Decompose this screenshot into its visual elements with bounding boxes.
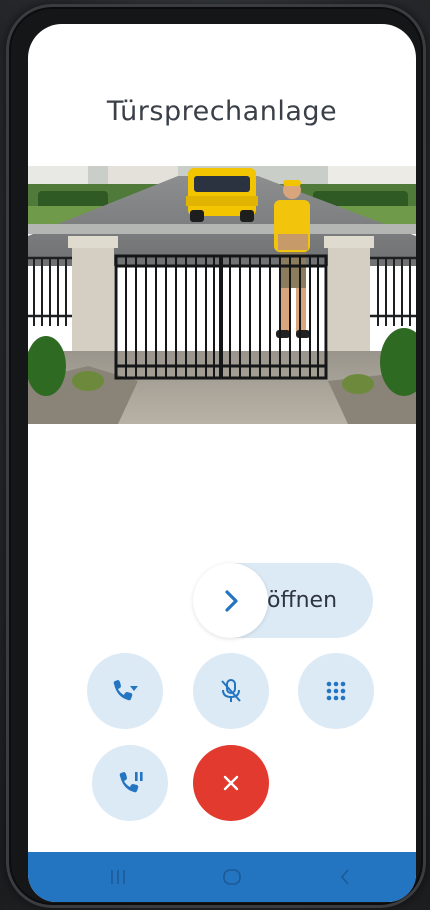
slider-label: öffnen — [267, 588, 338, 613]
dialpad-icon — [326, 681, 346, 701]
system-nav-bar — [28, 852, 416, 902]
page-title: Türsprechanlage — [106, 96, 338, 127]
mic-off-icon — [221, 679, 241, 702]
recents-button[interactable] — [98, 852, 138, 902]
mute-button[interactable] — [193, 653, 269, 729]
back-button[interactable] — [325, 852, 365, 902]
back-icon — [340, 869, 349, 885]
slider-knob[interactable] — [193, 563, 268, 638]
camera-feed — [28, 166, 416, 424]
door-open-slider[interactable]: öffnen — [193, 563, 373, 638]
call-transfer-button[interactable] — [87, 653, 163, 729]
keypad-button[interactable] — [298, 653, 374, 729]
phone-pause-icon — [119, 772, 143, 793]
home-icon — [223, 869, 241, 885]
app-screen: Türsprechanlage öffnen — [28, 24, 416, 902]
gate-camera-image — [28, 166, 416, 424]
hangup-button[interactable] — [193, 745, 269, 821]
phone-forward-icon — [113, 680, 138, 701]
home-button[interactable] — [212, 852, 252, 902]
recents-icon — [111, 870, 125, 884]
phone-frame: Türsprechanlage öffnen — [6, 4, 426, 908]
hold-button[interactable] — [92, 745, 168, 821]
close-icon — [223, 775, 239, 791]
chevron-right-icon — [224, 589, 238, 612]
